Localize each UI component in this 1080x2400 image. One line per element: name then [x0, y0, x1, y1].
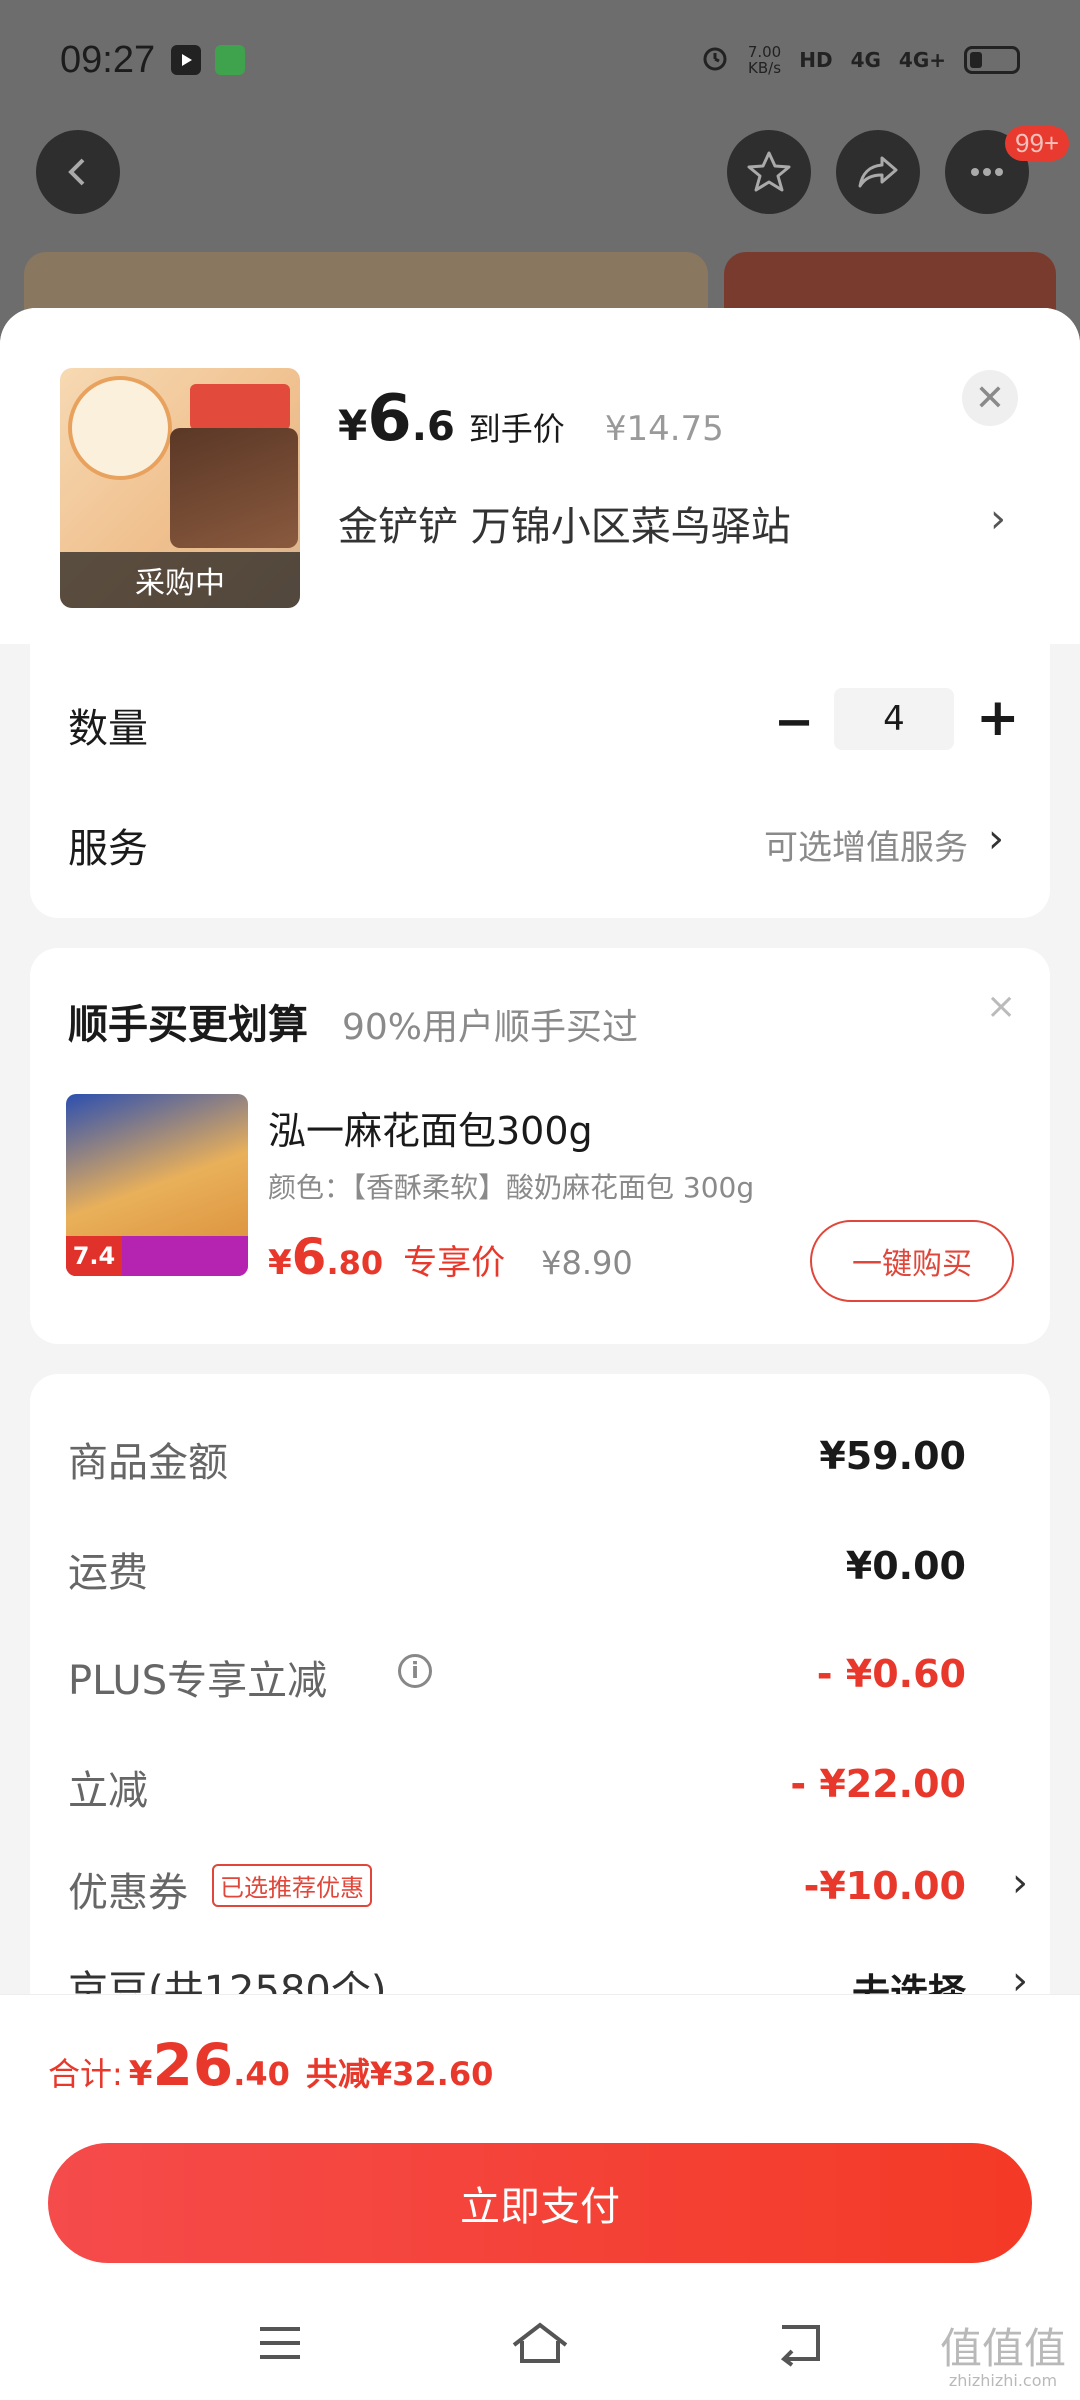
summary-value: -¥10.00: [803, 1864, 966, 1908]
recommendation-title: 顺手买更划算: [68, 1002, 308, 1048]
star-icon: [747, 151, 791, 192]
summary-row-goods: 商品金额 ¥59.00: [68, 1430, 1048, 1490]
recommendation-subtitle: 90%用户顺手买过: [342, 1007, 639, 1048]
summary-label: 立减: [68, 1768, 148, 1814]
close-icon: ✕: [974, 377, 1006, 419]
alarm-icon: [700, 43, 730, 78]
price-currency: ¥: [338, 401, 368, 450]
promo-number: 7.4: [66, 1236, 122, 1276]
home-nav-button[interactable]: [510, 2313, 570, 2373]
service-label: 服务: [68, 826, 148, 872]
price-decimal: .6: [411, 404, 455, 450]
total-currency: ¥: [128, 2054, 153, 2094]
quantity-service-card: 数量 − 4 + 服务 可选增值服务 ›: [30, 644, 1050, 918]
site-watermark: 值值值 zhizhizhi.com: [940, 2326, 1066, 2390]
recommendation-product-name[interactable]: 泓一麻花面包300g: [268, 1100, 593, 1155]
rec-price-label: 专享价: [403, 1243, 506, 1283]
rec-price-decimal: .80: [326, 1244, 384, 1282]
chevron-right-icon[interactable]: ›: [990, 496, 1006, 542]
quantity-decrease-button[interactable]: −: [774, 694, 814, 750]
recommendation-product-image[interactable]: 7.4: [66, 1094, 248, 1276]
system-nav-bar: [0, 2285, 1080, 2400]
summary-label: 优惠券: [68, 1870, 188, 1916]
signal-4g-plus: 4G+: [898, 48, 946, 72]
product-header: 采购中 ¥ 6 .6 到手价 ¥14.75 ✕ 金铲铲 万锦小区菜鸟驿站 ›: [0, 308, 1080, 644]
summary-value: ¥59.00: [819, 1434, 966, 1478]
status-bar: 09:27 7.00 KB/s HD 4G 4G+: [0, 0, 1080, 120]
share-button[interactable]: [836, 130, 920, 214]
close-sheet-button[interactable]: ✕: [962, 370, 1018, 426]
recommendation-card: 顺手买更划算 90%用户顺手买过 × 7.4 泓一麻花面包300g 颜色：【香酥…: [30, 948, 1050, 1344]
coupon-tag: 已选推荐优惠: [212, 1864, 372, 1907]
checkout-footer: 合计: ¥ 26 .40 共减¥32.60 立即支付 值值值 zhizhizhi…: [0, 1994, 1080, 2400]
price-suffix: 到手价: [468, 410, 565, 448]
total-reduction: 共减¥32.60: [305, 2055, 494, 2093]
message-badge: 99+: [1005, 126, 1070, 161]
total-label: 合计:: [48, 2055, 123, 2093]
media-app-icon: [171, 45, 202, 75]
thumb-red-tag-graphic: [190, 384, 290, 430]
rec-price-integer: 6: [291, 1228, 327, 1286]
top-action-bar: 99+: [0, 126, 1080, 250]
summary-row-plus-discount: PLUS专享立减 i - ¥0.60: [68, 1648, 1048, 1708]
thumb-product-graphic: [170, 428, 298, 548]
one-click-buy-button[interactable]: 一键购买: [810, 1220, 1014, 1302]
total-row: 合计: ¥ 26 .40 共减¥32.60: [48, 2031, 493, 2099]
thumb-status-banner: 采购中: [60, 552, 300, 608]
network-speed: 7.00 KB/s: [748, 44, 781, 76]
back-icon: [68, 158, 85, 186]
speed-unit: KB/s: [748, 59, 782, 77]
rec-price-currency: ¥: [268, 1243, 292, 1283]
quantity-input[interactable]: 4: [834, 688, 954, 750]
home-icon: [512, 2322, 568, 2363]
price-integer: 6: [367, 382, 412, 456]
signal-4g: 4G: [850, 48, 881, 72]
summary-row-coupon[interactable]: 优惠券 已选推荐优惠 -¥10.00 ›: [68, 1860, 1048, 1920]
summary-row-discount: 立减 - ¥22.00: [68, 1758, 1048, 1818]
menu-icon: [260, 2327, 300, 2359]
quantity-label: 数量: [68, 706, 148, 752]
rec-original-price: ¥8.90: [541, 1244, 633, 1282]
menu-nav-button[interactable]: [250, 2313, 310, 2373]
summary-value: - ¥0.60: [816, 1652, 966, 1696]
hd-indicator: HD: [799, 48, 833, 72]
delivery-address[interactable]: 金铲铲 万锦小区菜鸟驿站: [338, 494, 791, 552]
total-integer: 26: [152, 2031, 234, 2099]
favorite-button[interactable]: [727, 130, 811, 214]
product-thumbnail[interactable]: 采购中: [60, 368, 300, 608]
pay-now-button[interactable]: 立即支付: [48, 2143, 1032, 2263]
chevron-right-icon[interactable]: ›: [1012, 1860, 1028, 1906]
battery-icon: [964, 46, 1020, 74]
original-price: ¥14.75: [604, 409, 724, 449]
video-app-icon: [215, 45, 246, 75]
service-value[interactable]: 可选增值服务: [764, 820, 968, 869]
watermark-sub: zhizhizhi.com: [948, 2371, 1058, 2390]
recommendation-close-button[interactable]: ×: [986, 986, 1016, 1027]
summary-value: - ¥22.00: [790, 1762, 966, 1806]
summary-label: 运费: [68, 1550, 148, 1596]
share-icon: [858, 156, 898, 188]
chevron-right-icon[interactable]: ›: [988, 816, 1004, 862]
status-time: 09:27: [60, 38, 156, 81]
thumb-badge-graphic: [68, 376, 172, 480]
return-icon: [780, 2325, 820, 2367]
recommendation-product-spec: 颜色：【香酥柔软】酸奶麻花面包 300g: [268, 1171, 755, 1204]
back-button[interactable]: [36, 130, 120, 214]
quantity-increase-button[interactable]: +: [976, 688, 1020, 748]
price-line: ¥ 6 .6 到手价 ¥14.75: [338, 382, 724, 456]
summary-row-shipping: 运费 ¥0.00: [68, 1540, 1048, 1600]
return-nav-button[interactable]: [770, 2313, 830, 2373]
summary-label: PLUS专享立减: [68, 1658, 328, 1704]
recommendation-price-row: ¥ 6 .80 专享价 ¥8.90: [268, 1228, 633, 1286]
more-icon: [971, 168, 1003, 176]
info-icon[interactable]: i: [398, 1654, 432, 1688]
watermark-main: 值值值: [939, 2324, 1066, 2373]
total-decimal: .40: [233, 2055, 290, 2093]
status-indicators: 7.00 KB/s HD 4G 4G+: [700, 43, 1020, 78]
summary-label: 商品金额: [68, 1440, 228, 1486]
summary-value: ¥0.00: [845, 1544, 966, 1588]
